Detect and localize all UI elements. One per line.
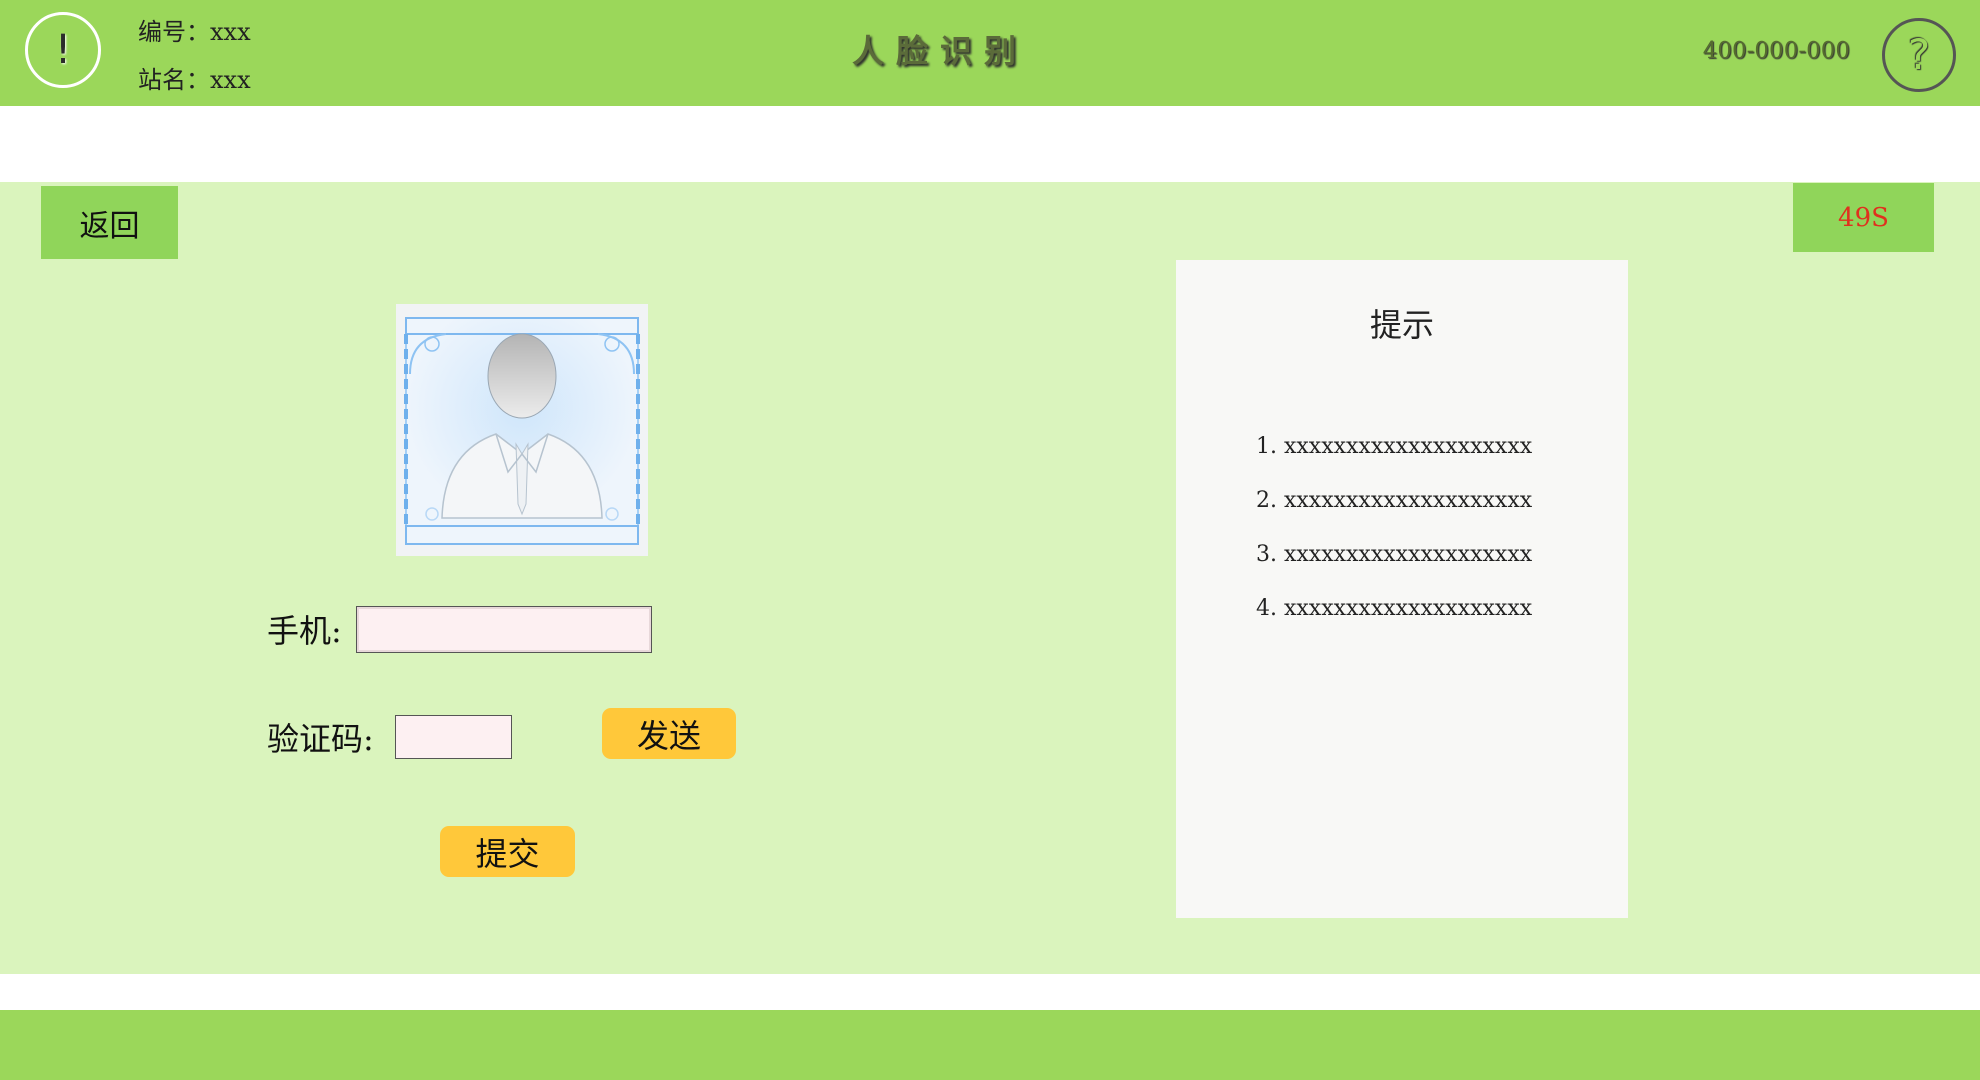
main-panel xyxy=(0,182,1980,974)
tips-title: 提示 xyxy=(1369,306,1434,344)
header-bar: ! 编号：xxx 站名：xxx 人脸识别 400-000-000 ? xyxy=(0,0,1980,106)
phone-label: 手机: xyxy=(267,612,342,650)
footer-spacer xyxy=(0,974,1980,1010)
tips-card: 提示 1. xxxxxxxxxxxxxxxxxxxx 2. xxxxxxxxxx… xyxy=(1176,260,1628,918)
station-name-value: xxx xyxy=(210,66,251,94)
station-id-row: 编号：xxx xyxy=(138,8,251,56)
tip-item: 3. xxxxxxxxxxxxxxxxxxxx xyxy=(1256,542,1533,567)
exclamation-glyph: ! xyxy=(54,27,72,73)
countdown-timer: 49S xyxy=(1793,183,1934,252)
send-code-button[interactable]: 发送 xyxy=(602,708,736,759)
face-recognition-screen: ! 编号：xxx 站名：xxx 人脸识别 400-000-000 ? 返回 49… xyxy=(0,0,1980,1080)
station-name-label: 站名： xyxy=(138,66,210,94)
question-mark-icon[interactable]: ? xyxy=(1882,18,1956,92)
page-title: 人脸识别 xyxy=(851,32,1028,70)
station-id-value: xxx xyxy=(210,18,251,46)
station-info: 编号：xxx 站名：xxx xyxy=(138,8,251,104)
station-name-row: 站名：xxx xyxy=(138,56,251,104)
question-glyph: ? xyxy=(1907,30,1931,79)
face-silhouette-icon xyxy=(396,304,648,556)
verification-code-label: 验证码: xyxy=(267,720,374,758)
footer-bar xyxy=(0,1010,1980,1080)
hotline-number: 400-000-000 xyxy=(1702,38,1850,64)
tip-item: 1. xxxxxxxxxxxxxxxxxxxx xyxy=(1256,434,1533,459)
submit-button[interactable]: 提交 xyxy=(440,826,575,877)
face-frame-graphic xyxy=(396,304,648,556)
station-id-label: 编号： xyxy=(138,18,210,46)
exclamation-icon[interactable]: ! xyxy=(25,12,101,88)
phone-input[interactable] xyxy=(356,606,652,653)
tip-item: 2. xxxxxxxxxxxxxxxxxxxx xyxy=(1256,488,1533,513)
verification-code-input[interactable] xyxy=(395,715,512,759)
tip-item: 4. xxxxxxxxxxxxxxxxxxxx xyxy=(1256,596,1533,621)
back-button[interactable]: 返回 xyxy=(41,186,178,259)
tips-list: 1. xxxxxxxxxxxxxxxxxxxx 2. xxxxxxxxxxxxx… xyxy=(1256,420,1532,636)
